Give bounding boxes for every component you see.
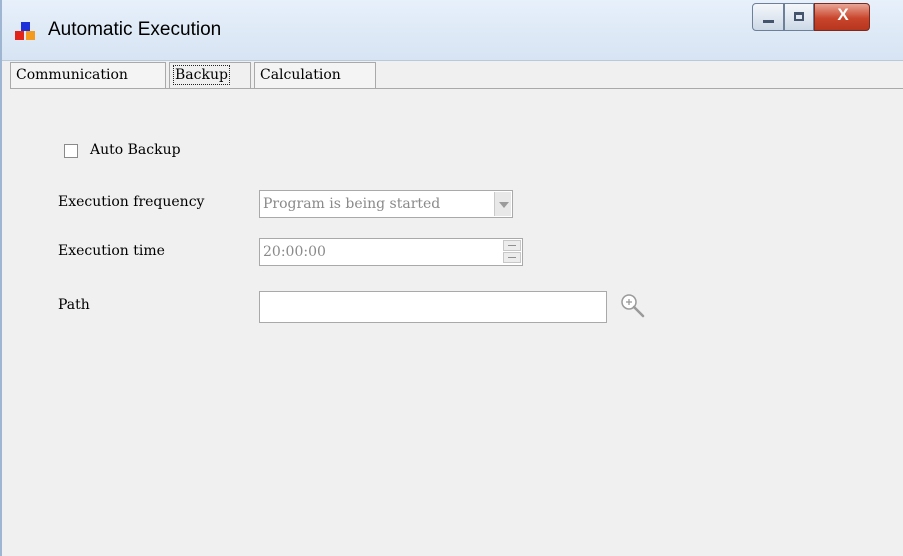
execution-time-input[interactable]: 20:00:00 — [259, 238, 523, 266]
execution-frequency-label: Execution frequency — [58, 194, 205, 210]
tab-strip: Communication Backup Calculation — [10, 62, 903, 89]
chevron-down-icon[interactable] — [494, 192, 511, 216]
spin-down-icon[interactable] — [503, 252, 521, 263]
automatic-execution-window: Automatic Execution X Communication Back… — [0, 0, 903, 556]
maximize-icon — [794, 12, 804, 21]
auto-backup-checkbox[interactable] — [64, 144, 78, 158]
zoom-in-icon[interactable] — [619, 292, 647, 320]
minimize-icon — [763, 20, 774, 23]
tab-communication[interactable]: Communication — [10, 62, 166, 89]
window-title: Automatic Execution — [48, 19, 222, 40]
title-bar[interactable]: Automatic Execution X — [2, 0, 903, 61]
time-spinner[interactable] — [503, 240, 521, 264]
path-label: Path — [58, 297, 90, 313]
tab-divider — [10, 88, 903, 89]
minimize-button[interactable] — [752, 3, 784, 31]
tab-backup[interactable]: Backup — [169, 62, 251, 89]
maximize-button[interactable] — [784, 3, 814, 31]
spin-up-icon[interactable] — [503, 240, 521, 251]
close-button[interactable]: X — [814, 3, 870, 31]
tab-label: Backup — [173, 65, 230, 85]
execution-time-label: Execution time — [58, 243, 165, 259]
tab-label: Calculation — [260, 67, 341, 83]
auto-backup-label[interactable]: Auto Backup — [90, 142, 181, 158]
app-blocks-icon — [14, 20, 36, 42]
tab-label: Communication — [16, 67, 128, 83]
execution-time-value: 20:00:00 — [263, 244, 326, 260]
tab-calculation[interactable]: Calculation — [254, 62, 376, 89]
execution-frequency-select[interactable]: Program is being started — [259, 190, 513, 218]
close-icon: X — [837, 5, 849, 24]
execution-frequency-value: Program is being started — [263, 196, 441, 212]
path-input[interactable] — [259, 291, 607, 323]
